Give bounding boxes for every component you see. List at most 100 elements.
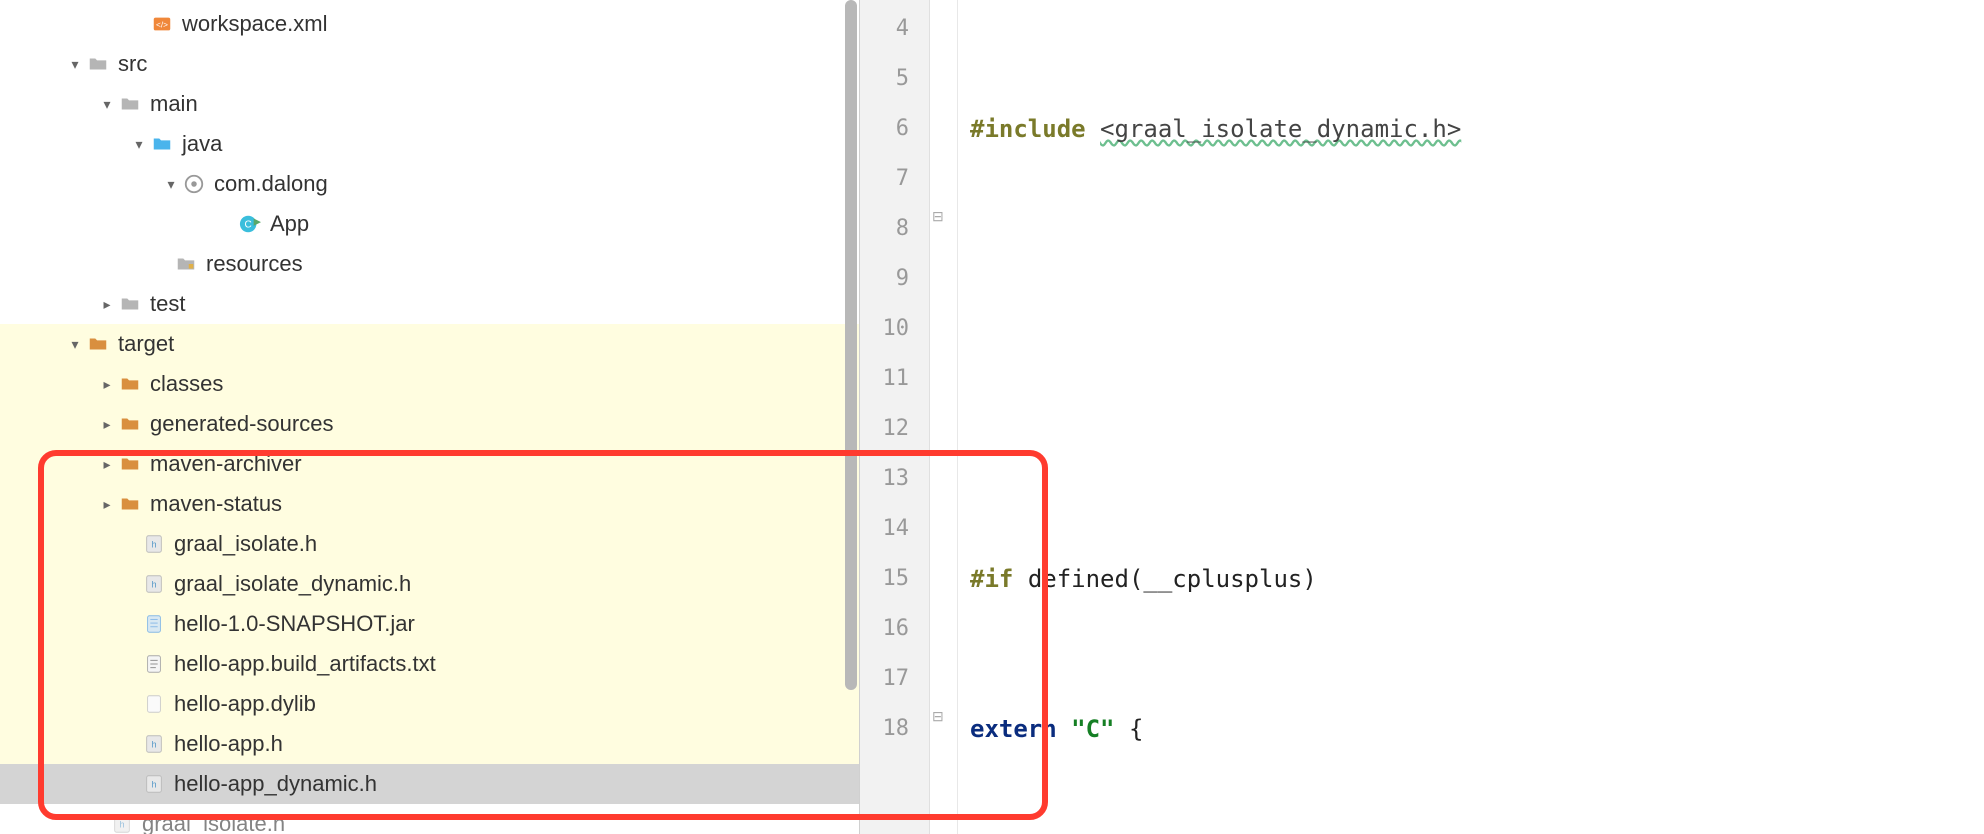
line-number[interactable]: 15 [860, 554, 909, 604]
tree-item-target[interactable]: ▾ target [0, 324, 859, 364]
line-number[interactable]: 14 [860, 504, 909, 554]
line-number[interactable]: 11 [860, 354, 909, 404]
tree-label: classes [150, 364, 859, 404]
code-line[interactable]: #include <graal_isolate_dynamic.h> [970, 104, 1984, 154]
tree-item-package[interactable]: ▾ com.dalong [0, 164, 859, 204]
excluded-folder-icon [118, 492, 142, 516]
tree-item-build-artifacts[interactable]: ▸ hello-app.build_artifacts.txt [0, 644, 859, 684]
tree-label: maven-status [150, 484, 859, 524]
svg-text:h: h [151, 740, 156, 750]
chevron-right-icon: ▸ [98, 364, 116, 404]
svg-text:h: h [151, 580, 156, 590]
fold-gutter[interactable]: ⊟ ⊟ [930, 0, 958, 834]
project-tree-panel[interactable]: ▸ </> workspace.xml ▾ src ▾ main ▾ java … [0, 0, 860, 834]
tree-item-graal-isolate-h-bottom[interactable]: ▸ h graal_isolate.h [0, 804, 859, 834]
tree-item-hello-app-dynamic-h[interactable]: ▸ h hello-app_dynamic.h [0, 764, 859, 804]
svg-text:</>: </> [156, 21, 168, 30]
resources-folder-icon [174, 252, 198, 276]
code-line[interactable] [970, 254, 1984, 304]
tree-label: generated-sources [150, 404, 859, 444]
fold-marker-icon[interactable]: ⊟ [932, 708, 944, 725]
code-line[interactable]: extern "C" { [970, 704, 1984, 754]
chevron-down-icon: ▾ [66, 44, 84, 84]
tree-item-maven-status[interactable]: ▸ maven-status [0, 484, 859, 524]
tree-scrollbar[interactable] [843, 0, 859, 834]
chevron-down-icon: ▾ [162, 164, 180, 204]
string-token: "C" [1071, 715, 1114, 743]
text-file-icon [142, 652, 166, 676]
project-tree[interactable]: ▸ </> workspace.xml ▾ src ▾ main ▾ java … [0, 0, 859, 834]
line-number[interactable]: 4 [860, 4, 909, 54]
tree-item-graal-isolate-h[interactable]: ▸ h graal_isolate.h [0, 524, 859, 564]
directive-token: #if [970, 565, 1013, 593]
include-path: <graal_isolate_dynamic.h> [1100, 115, 1461, 143]
svg-text:h: h [151, 780, 156, 790]
tree-item-workspace-xml[interactable]: ▸ </> workspace.xml [0, 4, 859, 44]
tree-item-generated-sources[interactable]: ▸ generated-sources [0, 404, 859, 444]
tree-item-resources[interactable]: ▸ resources [0, 244, 859, 284]
tree-label: hello-1.0-SNAPSHOT.jar [174, 604, 859, 644]
scrollbar-thumb[interactable] [845, 0, 857, 690]
tree-label: graal_isolate.h [174, 524, 859, 564]
keyword-token: extern [970, 715, 1057, 743]
chevron-right-icon: ▸ [98, 484, 116, 524]
line-number[interactable]: 9 [860, 254, 909, 304]
code-text: defined(__cplusplus) [1028, 565, 1317, 593]
line-number[interactable]: 17 [860, 654, 909, 704]
tree-label: hello-app_dynamic.h [174, 764, 859, 804]
code-line[interactable]: #if defined(__cplusplus) [970, 554, 1984, 604]
tree-item-graal-isolate-dynamic-h[interactable]: ▸ h graal_isolate_dynamic.h [0, 564, 859, 604]
java-class-run-icon: C [238, 212, 262, 236]
tree-item-java[interactable]: ▾ java [0, 124, 859, 164]
tree-label: com.dalong [214, 164, 859, 204]
line-number[interactable]: 10 [860, 304, 909, 354]
line-number[interactable]: 7 [860, 154, 909, 204]
tree-item-hello-app-h[interactable]: ▸ h hello-app.h [0, 724, 859, 764]
svg-text:h: h [151, 540, 156, 550]
line-number-gutter[interactable]: 4 5 6 7 8 9 10 11 12 13 14 15 16 17 18 [860, 0, 930, 834]
tree-label: test [150, 284, 859, 324]
tree-label: hello-app.dylib [174, 684, 859, 724]
line-number[interactable]: 5 [860, 54, 909, 104]
tree-item-app[interactable]: ▸ C App [0, 204, 859, 244]
tree-item-main[interactable]: ▾ main [0, 84, 859, 124]
jar-file-icon [142, 612, 166, 636]
line-number[interactable]: 8 [860, 204, 909, 254]
code-text: { [1129, 715, 1143, 743]
folder-icon [118, 292, 142, 316]
tree-item-src[interactable]: ▾ src [0, 44, 859, 84]
header-file-icon: h [142, 732, 166, 756]
tree-item-classes[interactable]: ▸ classes [0, 364, 859, 404]
header-file-icon: h [142, 572, 166, 596]
tree-item-dylib[interactable]: ▸ hello-app.dylib [0, 684, 859, 724]
line-number[interactable]: 6 [860, 104, 909, 154]
excluded-folder-icon [118, 452, 142, 476]
code-line[interactable] [970, 404, 1984, 454]
tree-label: resources [206, 244, 859, 284]
source-folder-icon [150, 132, 174, 156]
excluded-folder-icon [118, 412, 142, 436]
tree-label: main [150, 84, 859, 124]
tree-label: App [270, 204, 859, 244]
line-number[interactable]: 13 [860, 454, 909, 504]
tree-item-test[interactable]: ▸ test [0, 284, 859, 324]
directive-token: #include [970, 115, 1086, 143]
code-editor[interactable]: #include <graal_isolate_dynamic.h> #if d… [958, 0, 1984, 834]
tree-item-jar[interactable]: ▸ hello-1.0-SNAPSHOT.jar [0, 604, 859, 644]
folder-icon [86, 52, 110, 76]
folder-icon [118, 92, 142, 116]
tree-label: graal_isolate.h [142, 804, 859, 834]
line-number[interactable]: 16 [860, 604, 909, 654]
package-icon [182, 172, 206, 196]
tree-item-maven-archiver[interactable]: ▸ maven-archiver [0, 444, 859, 484]
tree-label: hello-app.build_artifacts.txt [174, 644, 859, 684]
chevron-down-icon: ▾ [66, 324, 84, 364]
tree-label: maven-archiver [150, 444, 859, 484]
tree-label: src [118, 44, 859, 84]
line-number[interactable]: 18 [860, 704, 909, 754]
excluded-folder-icon [86, 332, 110, 356]
header-file-icon: h [142, 532, 166, 556]
fold-marker-icon[interactable]: ⊟ [932, 208, 944, 225]
line-number[interactable]: 12 [860, 404, 909, 454]
chevron-right-icon: ▸ [98, 284, 116, 324]
